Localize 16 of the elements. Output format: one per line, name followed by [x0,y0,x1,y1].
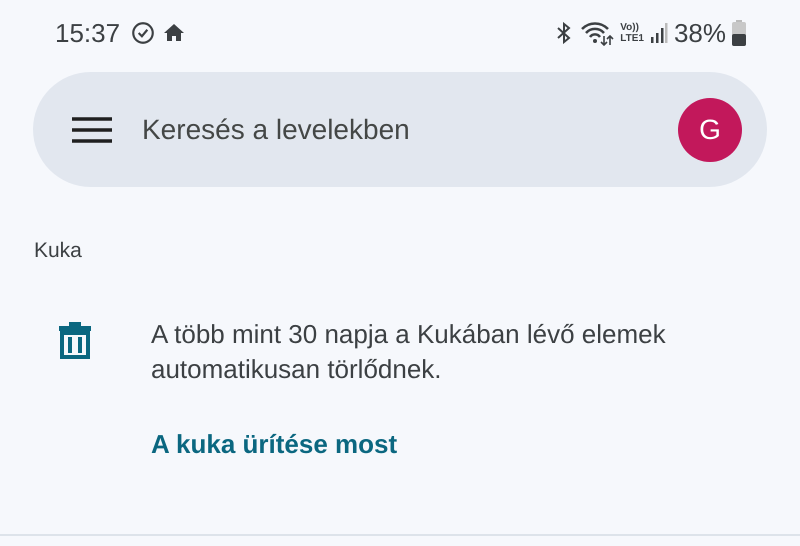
folder-title: Kuka [34,239,83,263]
signal-icon [650,22,668,44]
trash-icon [58,321,92,359]
account-avatar[interactable]: G [678,98,742,162]
search-bar[interactable]: Keresés a levelekben G [33,72,767,187]
lte-label: LTE1 [620,33,644,44]
search-placeholder: Keresés a levelekben [142,114,411,146]
battery-percent: 38% [674,18,726,48]
volte-label: Vo)) [620,22,640,33]
menu-icon[interactable] [72,116,112,144]
empty-trash-link[interactable]: A kuka ürítése most [151,429,398,460]
wifi-icon [580,20,614,46]
battery-icon [732,20,746,46]
status-time: 15:37 [55,18,120,48]
check-circle-icon [130,20,156,46]
trash-notice-text: A több mint 30 napja a Kukában lévő elemek automatikusan törlődnek. [151,318,667,386]
